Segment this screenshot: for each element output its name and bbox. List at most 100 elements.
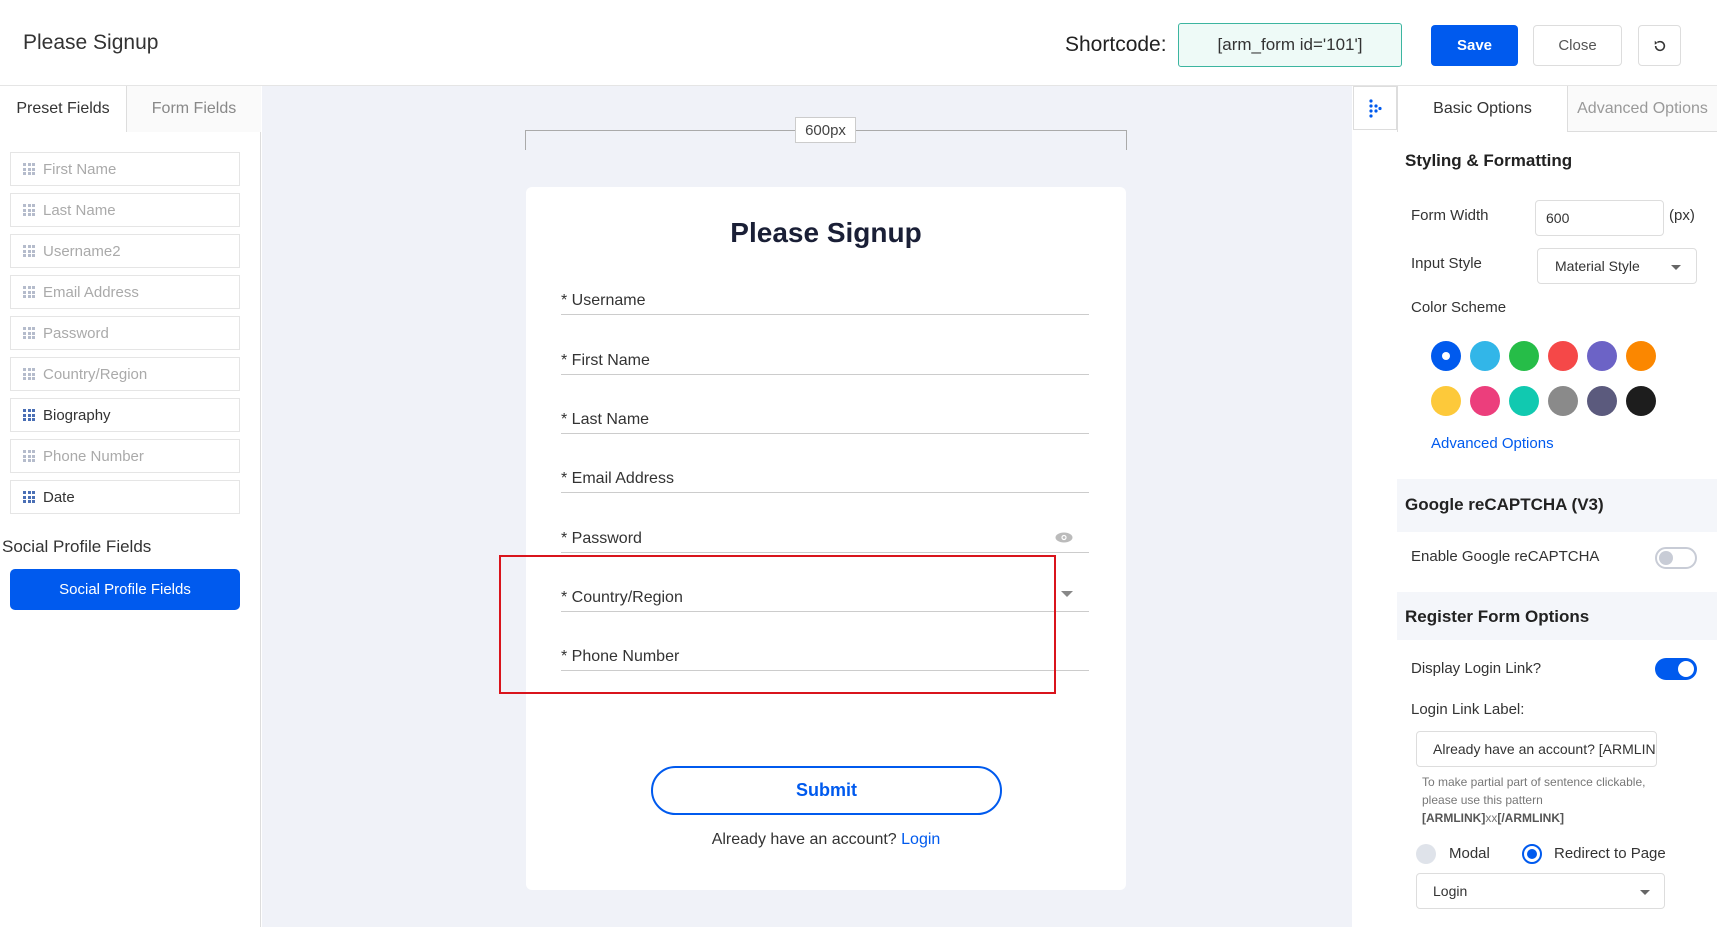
login-prompt: Already have an account? Login — [526, 831, 1126, 849]
preset-field-list: First Name Last Name Username2 Email Add… — [10, 152, 240, 521]
drag-grip-icon — [23, 163, 35, 175]
color-swatch[interactable] — [1587, 341, 1617, 371]
input-style-value: Material Style — [1555, 258, 1640, 274]
save-button[interactable]: Save — [1431, 25, 1518, 66]
field-item-label: Email Address — [43, 283, 139, 301]
tab-form-fields[interactable]: Form Fields — [127, 86, 261, 132]
left-tabs: Preset Fields Form Fields — [0, 86, 261, 132]
field-item[interactable]: Email Address — [10, 275, 240, 309]
field-item-label: Phone Number — [43, 447, 144, 465]
radio-modal-label: Modal — [1449, 845, 1490, 862]
hint-pattern-mid: xx — [1485, 811, 1498, 825]
advanced-options-link[interactable]: Advanced Options — [1431, 435, 1554, 452]
field-item-label: Password — [43, 324, 109, 342]
social-profile-title: Social Profile Fields — [2, 537, 152, 556]
field-item-label: Last Name — [43, 201, 116, 219]
eye-icon[interactable] — [1055, 532, 1073, 543]
form-heading: Please Signup — [730, 217, 922, 248]
register-section-title: Register Form Options — [1405, 607, 1590, 626]
drag-grip-icon — [23, 409, 35, 421]
color-swatch[interactable] — [1470, 341, 1500, 371]
app-title: Please Signup — [23, 31, 159, 54]
panel-toggle-handle[interactable] — [1353, 86, 1397, 130]
field-item[interactable]: Date — [10, 480, 240, 514]
radio-redirect-to-page[interactable] — [1522, 844, 1542, 864]
enable-recaptcha-label: Enable Google reCAPTCHA — [1411, 548, 1600, 565]
form-field-last-name[interactable]: * Last Name — [561, 394, 1089, 434]
reset-button[interactable] — [1638, 25, 1681, 66]
field-label: * First Name — [561, 352, 650, 369]
radio-modal[interactable] — [1416, 844, 1436, 864]
login-link-label-title: Login Link Label: — [1411, 701, 1525, 718]
field-item-label: Country/Region — [43, 365, 148, 383]
color-scheme-label: Color Scheme — [1411, 299, 1507, 316]
form-width-input[interactable]: 600 — [1535, 200, 1664, 236]
chevron-down-icon — [1640, 890, 1650, 895]
form-field-email[interactable]: * Email Address — [561, 453, 1089, 493]
tab-basic-options[interactable]: Basic Options — [1397, 86, 1567, 132]
hint-pattern-close: [/ARMLINK] — [1497, 811, 1564, 825]
field-item[interactable]: Phone Number — [10, 439, 240, 473]
field-item[interactable]: Country/Region — [10, 357, 240, 391]
left-panel: Preset Fields Form Fields First Name Las… — [0, 86, 261, 927]
right-tabs: Basic Options Advanced Options — [1397, 86, 1717, 132]
field-item-label: Date — [43, 488, 75, 506]
color-swatch[interactable] — [1548, 341, 1578, 371]
form-field-password[interactable]: * Password — [561, 513, 1089, 553]
redirect-page-value: Login — [1433, 883, 1468, 899]
drag-handle-icon — [1369, 99, 1382, 118]
drag-grip-icon — [23, 491, 35, 503]
field-item[interactable]: Biography — [10, 398, 240, 432]
color-swatch[interactable] — [1626, 341, 1656, 371]
field-item[interactable]: First Name — [10, 152, 240, 186]
social-profile-fields-button[interactable]: Social Profile Fields — [10, 569, 240, 610]
color-swatch[interactable] — [1587, 386, 1617, 416]
field-label: * Last Name — [561, 411, 650, 428]
shortcode-field[interactable]: [arm_form id='101'] — [1178, 23, 1402, 67]
submit-button[interactable]: Submit — [651, 766, 1002, 815]
hint-line-1: To make partial part of sentence clickab… — [1422, 775, 1646, 789]
hint-pattern: [ARMLINK]xx[/ARMLINK] — [1422, 809, 1692, 827]
field-label: * Username — [561, 292, 646, 309]
login-link-label-input[interactable]: Already have an account? [ARMLINK]Login[… — [1416, 731, 1657, 767]
color-swatch[interactable] — [1509, 341, 1539, 371]
form-field-username[interactable]: * Username — [561, 275, 1089, 315]
color-swatch[interactable] — [1431, 386, 1461, 416]
styling-section-title: Styling & Formatting — [1405, 151, 1573, 170]
redirect-page-select[interactable]: Login — [1416, 873, 1665, 909]
login-link-hint: To make partial part of sentence clickab… — [1422, 773, 1692, 827]
display-login-label: Display Login Link? — [1411, 660, 1542, 677]
reset-icon — [1654, 40, 1665, 51]
form-width-label: Form Width — [1411, 207, 1489, 224]
top-bar: Please Signup Shortcode: [arm_form id='1… — [0, 0, 1717, 86]
chevron-down-icon — [1061, 591, 1073, 597]
color-swatch[interactable] — [1548, 386, 1578, 416]
form-field-first-name[interactable]: * First Name — [561, 335, 1089, 375]
recaptcha-toggle[interactable] — [1655, 547, 1697, 569]
tab-preset-fields[interactable]: Preset Fields — [0, 86, 127, 132]
tab-advanced-options[interactable]: Advanced Options — [1567, 86, 1717, 132]
drag-grip-icon — [23, 368, 35, 380]
display-login-toggle[interactable] — [1655, 658, 1697, 680]
shortcode-label: Shortcode: — [1065, 33, 1167, 56]
login-prompt-text: Already have an account? — [711, 831, 897, 848]
field-item[interactable]: Password — [10, 316, 240, 350]
width-badge: 600px — [795, 117, 856, 143]
color-swatch[interactable] — [1431, 341, 1461, 371]
form-preview-card: Please Signup * Username * First Name * … — [526, 187, 1126, 890]
input-style-label: Input Style — [1411, 255, 1482, 272]
field-label: * Password — [561, 530, 642, 547]
color-swatch[interactable] — [1626, 386, 1656, 416]
color-swatch[interactable] — [1509, 386, 1539, 416]
field-item[interactable]: Last Name — [10, 193, 240, 227]
recaptcha-section-title: Google reCAPTCHA (V3) — [1405, 495, 1604, 514]
close-button[interactable]: Close — [1533, 25, 1622, 66]
color-swatch[interactable] — [1470, 386, 1500, 416]
field-item-label: Biography — [43, 406, 111, 424]
drag-grip-icon — [23, 327, 35, 339]
drag-grip-icon — [23, 286, 35, 298]
selection-highlight — [499, 555, 1056, 694]
login-link[interactable]: Login — [901, 831, 940, 848]
field-item[interactable]: Username2 — [10, 234, 240, 268]
hint-pattern-open: [ARMLINK] — [1422, 811, 1486, 825]
